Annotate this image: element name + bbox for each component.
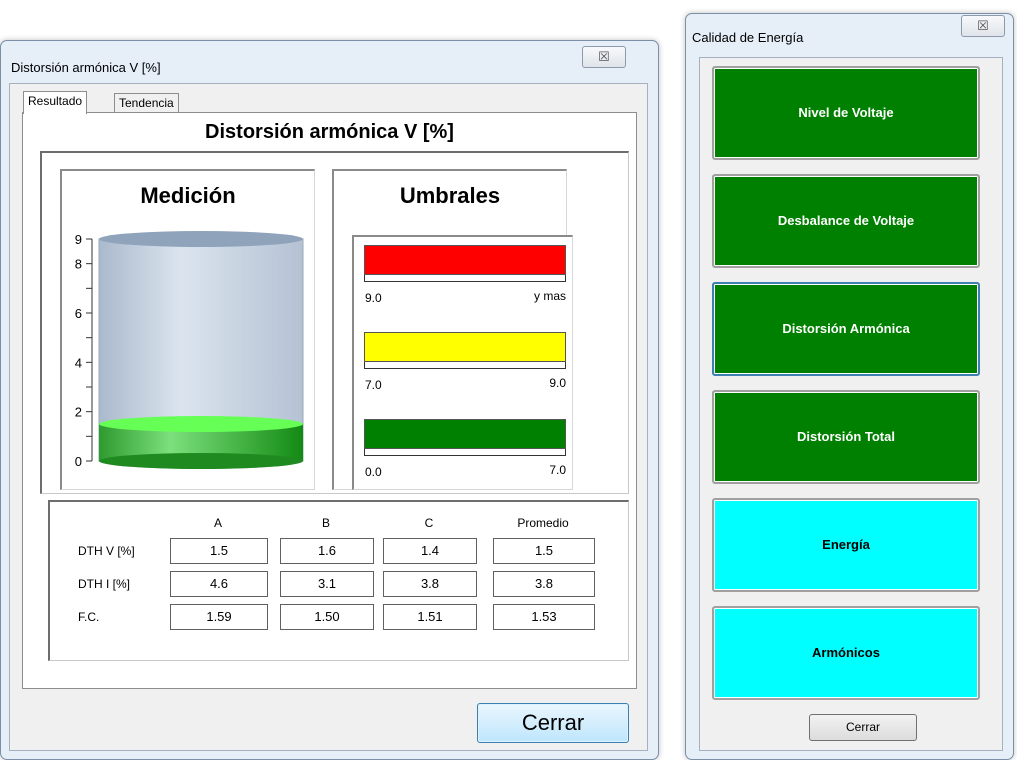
window-client-area: Resultado Tendencia Distorsión armónica … [9, 83, 648, 751]
quality-button[interactable]: Distorsión Armónica [712, 282, 980, 376]
cylinder-top [99, 231, 303, 247]
column-header: B [321, 516, 330, 530]
measurement-panel: Medición 9 8 6 4 2 0 [60, 169, 315, 490]
value-cell: 1.5 [170, 538, 268, 564]
tab-resultado[interactable]: Resultado [23, 91, 88, 114]
threshold-min-label: 7.0 [365, 378, 382, 392]
axis-tick-label: 2 [75, 405, 82, 420]
thresholds-panel: Umbrales 9.0 y mas 7.0 9.0 0.0 7.0 [332, 169, 573, 490]
quality-button[interactable]: Nivel de Voltaje [712, 66, 980, 160]
value-cell: 1.50 [280, 604, 374, 630]
value-cell: 1.6 [280, 538, 374, 564]
value-cell: 1.59 [170, 604, 268, 630]
tab-tendencia[interactable]: Tendencia [114, 93, 179, 114]
close-icon[interactable]: ☒ [961, 15, 1005, 37]
threshold-band [364, 245, 566, 275]
threshold-scale-ticks [364, 362, 566, 369]
power-quality-window: Calidad de Energía ☒ Nivel de Voltaje Des… [685, 13, 1014, 760]
row-label: F.C. [78, 610, 100, 624]
axis-tick-label: 6 [75, 306, 82, 321]
tab-page-resultado: Distorsión armónica V [%] Medición 9 8 6… [22, 112, 637, 689]
threshold-max-label: 7.0 [549, 463, 566, 477]
level-cylinder: 9 8 6 4 2 0 [75, 231, 304, 469]
value-cell: 1.51 [383, 604, 477, 630]
value-cell: 1.5 [493, 538, 595, 564]
value-cell: 1.53 [493, 604, 595, 630]
threshold-scale-ticks [364, 449, 566, 456]
values-group: A B C Promedio DTH V [%] 1.5 1.6 1.4 1.5 DTH I [%… [48, 500, 629, 661]
close-icon[interactable]: ☒ [582, 46, 626, 68]
threshold-max-label: 9.0 [549, 376, 566, 390]
quality-button[interactable]: Energía [712, 498, 980, 592]
column-header: Promedio [517, 516, 569, 530]
threshold-scale-ticks [364, 275, 566, 282]
threshold-max-label: y mas [533, 289, 566, 303]
quality-button[interactable]: Armónicos [712, 606, 980, 700]
row-label: DTH I [%] [78, 577, 131, 591]
gauges-group: Medición 9 8 6 4 2 0 Umbrales 9.0 y mas … [40, 151, 629, 494]
axis-tick-label: 0 [75, 454, 82, 469]
column-header: C [424, 516, 434, 530]
threshold-band [364, 332, 566, 362]
window-client-area: Nivel de Voltaje Desbalance de Voltaje Dis… [699, 57, 1003, 751]
threshold-min-label: 9.0 [365, 291, 382, 305]
axis-tick-label: 9 [75, 232, 82, 247]
window-title: Distorsión armónica V [%] [11, 60, 161, 75]
quality-button[interactable]: Distorsión Total [712, 390, 980, 484]
thresholds-title: Umbrales [399, 183, 501, 208]
page-title: Distorsión armónica V [%] [205, 121, 454, 143]
threshold-min-label: 0.0 [365, 465, 382, 479]
value-cell: 4.6 [170, 571, 268, 597]
level-fill-bottom [99, 453, 303, 469]
thresholds-scale: 9.0 y mas 7.0 9.0 0.0 7.0 [352, 235, 573, 490]
axis-tick-label: 4 [75, 355, 82, 370]
level-axis: 9 8 6 4 2 0 [75, 232, 93, 469]
column-header: A [213, 516, 222, 530]
level-fill [99, 416, 303, 469]
close-button[interactable]: Cerrar [809, 714, 917, 741]
quality-button[interactable]: Desbalance de Voltaje [712, 174, 980, 268]
value-cell: 1.4 [383, 538, 477, 564]
close-button[interactable]: Cerrar [477, 703, 629, 743]
level-fill-surface [99, 416, 303, 432]
harmonic-distortion-window: Distorsión armónica V [%] ☒ Resultado Te… [0, 40, 659, 760]
value-cell: 3.1 [280, 571, 374, 597]
axis-tick-label: 8 [75, 257, 82, 272]
value-cell: 3.8 [383, 571, 477, 597]
window-title: Calidad de Energía [692, 30, 804, 45]
value-cell: 3.8 [493, 571, 595, 597]
row-label: DTH V [%] [78, 544, 135, 558]
threshold-band [364, 419, 566, 449]
